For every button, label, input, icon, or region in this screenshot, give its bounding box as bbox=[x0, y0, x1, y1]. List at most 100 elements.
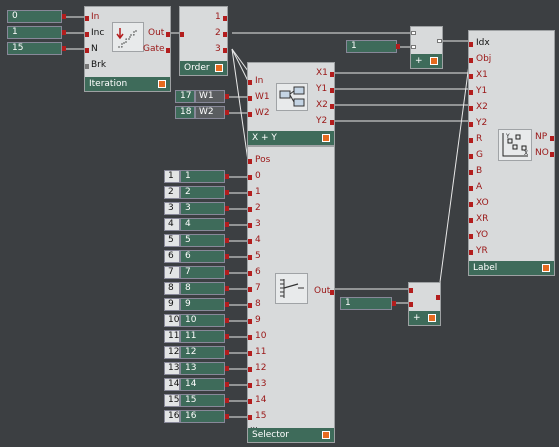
selector-const-out-port[interactable] bbox=[225, 318, 229, 323]
selector-const-value[interactable]: 2 bbox=[180, 186, 225, 199]
label-input-port[interactable] bbox=[469, 74, 473, 79]
selector-const-value[interactable]: 14 bbox=[180, 378, 225, 391]
selector-input-port[interactable] bbox=[248, 303, 252, 308]
selector-const-value[interactable]: 4 bbox=[180, 218, 225, 231]
label-input-port[interactable] bbox=[469, 250, 473, 255]
add-top-module[interactable]: ... + bbox=[410, 26, 443, 69]
constant-0[interactable]: 0 bbox=[7, 10, 62, 23]
iteration-module[interactable]: In Inc N Brk Out Gate Iteration bbox=[84, 6, 171, 92]
label-input-port[interactable] bbox=[469, 154, 473, 159]
add-bottom-module[interactable]: ... + bbox=[408, 282, 441, 326]
xy-w2-port[interactable] bbox=[248, 112, 252, 117]
label-no-port[interactable] bbox=[550, 152, 554, 157]
selector-input-port[interactable] bbox=[248, 223, 252, 228]
selector-const-value[interactable]: 6 bbox=[180, 250, 225, 263]
add-top-constant[interactable]: 1 bbox=[346, 40, 397, 53]
iteration-inc-port[interactable] bbox=[85, 32, 89, 37]
selector-input-port[interactable] bbox=[248, 287, 252, 292]
constant-15[interactable]: 15 bbox=[7, 42, 62, 55]
label-input-port[interactable] bbox=[469, 186, 473, 191]
iteration-indicator[interactable] bbox=[158, 80, 166, 88]
xy-w1-port[interactable] bbox=[248, 96, 252, 101]
order-out-1-port[interactable] bbox=[223, 16, 227, 21]
selector-const-out-port[interactable] bbox=[225, 190, 229, 195]
label-input-port[interactable] bbox=[469, 234, 473, 239]
selector-input-port[interactable] bbox=[248, 255, 252, 260]
order-out-3-port[interactable] bbox=[223, 48, 227, 53]
selector-const-out-port[interactable] bbox=[225, 302, 229, 307]
selector-input-port[interactable] bbox=[248, 191, 252, 196]
w1-out-port[interactable] bbox=[225, 94, 229, 99]
selector-input-port[interactable] bbox=[248, 271, 252, 276]
selector-const-out-port[interactable] bbox=[225, 398, 229, 403]
selector-const-value[interactable]: 11 bbox=[180, 330, 225, 343]
constant-1[interactable]: 1 bbox=[7, 26, 62, 39]
selector-const-out-port[interactable] bbox=[225, 366, 229, 371]
add-bottom-constant-port[interactable] bbox=[392, 301, 396, 306]
iteration-in-port[interactable] bbox=[85, 16, 89, 21]
add-top-constant-port[interactable] bbox=[396, 44, 400, 49]
add-bottom-indicator[interactable] bbox=[428, 314, 436, 322]
selector-const-out-port[interactable] bbox=[225, 382, 229, 387]
constant-out-port[interactable] bbox=[62, 46, 66, 51]
iteration-out-port[interactable] bbox=[166, 32, 170, 37]
selector-const-out-port[interactable] bbox=[225, 222, 229, 227]
add-bottom-in-a-port[interactable] bbox=[409, 288, 413, 293]
selector-const-out-port[interactable] bbox=[225, 238, 229, 243]
selector-const-out-port[interactable] bbox=[225, 350, 229, 355]
selector-indicator[interactable] bbox=[322, 431, 330, 439]
selector-const-value[interactable]: 8 bbox=[180, 282, 225, 295]
iteration-gate-port[interactable] bbox=[166, 48, 170, 53]
selector-const-value[interactable]: 10 bbox=[180, 314, 225, 327]
order-in-port[interactable] bbox=[180, 32, 184, 37]
add-bottom-out-port[interactable] bbox=[436, 295, 440, 300]
selector-const-out-port[interactable] bbox=[225, 206, 229, 211]
xy-y1-port[interactable] bbox=[330, 88, 334, 93]
selector-input-port[interactable] bbox=[248, 335, 252, 340]
selector-pos-port[interactable] bbox=[248, 159, 252, 164]
iteration-brk-port[interactable] bbox=[85, 64, 89, 69]
label-np-port[interactable] bbox=[550, 136, 554, 141]
label-indicator[interactable] bbox=[542, 264, 550, 272]
xy-in-port[interactable] bbox=[248, 80, 252, 85]
selector-module[interactable]: Pos 0 1 2 3 4 5 6 7 8 9 10 11 12 13 14 15 Out ... Selec… bbox=[247, 146, 335, 443]
selector-out-port[interactable] bbox=[330, 290, 334, 295]
label-input-port[interactable] bbox=[469, 202, 473, 207]
selector-input-port[interactable] bbox=[248, 319, 252, 324]
selector-input-port[interactable] bbox=[248, 175, 252, 180]
order-indicator[interactable] bbox=[215, 64, 223, 72]
add-top-in-a-port[interactable] bbox=[411, 31, 416, 35]
xy-indicator[interactable] bbox=[322, 134, 330, 142]
selector-const-out-port[interactable] bbox=[225, 414, 229, 419]
w1-value[interactable]: 17 bbox=[175, 90, 195, 103]
label-input-port[interactable] bbox=[469, 170, 473, 175]
label-input-port[interactable] bbox=[469, 42, 473, 47]
add-top-out-port[interactable] bbox=[437, 39, 442, 43]
selector-const-out-port[interactable] bbox=[225, 174, 229, 179]
add-bottom-constant[interactable]: 1 bbox=[340, 297, 392, 310]
constant-out-port[interactable] bbox=[62, 14, 66, 19]
selector-input-port[interactable] bbox=[248, 239, 252, 244]
selector-input-port[interactable] bbox=[248, 367, 252, 372]
selector-const-out-port[interactable] bbox=[225, 334, 229, 339]
w2-value[interactable]: 18 bbox=[175, 106, 195, 119]
selector-const-value[interactable]: 9 bbox=[180, 298, 225, 311]
label-input-port[interactable] bbox=[469, 58, 473, 63]
label-module[interactable]: Idx Obj X1 Y1 X2 Y2 R G B A XO XR YO YR Y X NP NO Lab… bbox=[468, 30, 555, 276]
label-input-port[interactable] bbox=[469, 122, 473, 127]
selector-input-port[interactable] bbox=[248, 415, 252, 420]
selector-input-port[interactable] bbox=[248, 351, 252, 356]
order-out-2-port[interactable] bbox=[223, 32, 227, 37]
selector-input-port[interactable] bbox=[248, 399, 252, 404]
selector-const-out-port[interactable] bbox=[225, 254, 229, 259]
constant-out-port[interactable] bbox=[62, 30, 66, 35]
selector-const-value[interactable]: 3 bbox=[180, 202, 225, 215]
iteration-n-port[interactable] bbox=[85, 48, 89, 53]
selector-input-port[interactable] bbox=[248, 207, 252, 212]
selector-const-value[interactable]: 15 bbox=[180, 394, 225, 407]
order-module[interactable]: 1 2 3 Order bbox=[179, 6, 228, 76]
add-top-indicator[interactable] bbox=[430, 57, 438, 65]
label-input-port[interactable] bbox=[469, 218, 473, 223]
xy-x2-port[interactable] bbox=[330, 104, 334, 109]
selector-const-value[interactable]: 12 bbox=[180, 346, 225, 359]
